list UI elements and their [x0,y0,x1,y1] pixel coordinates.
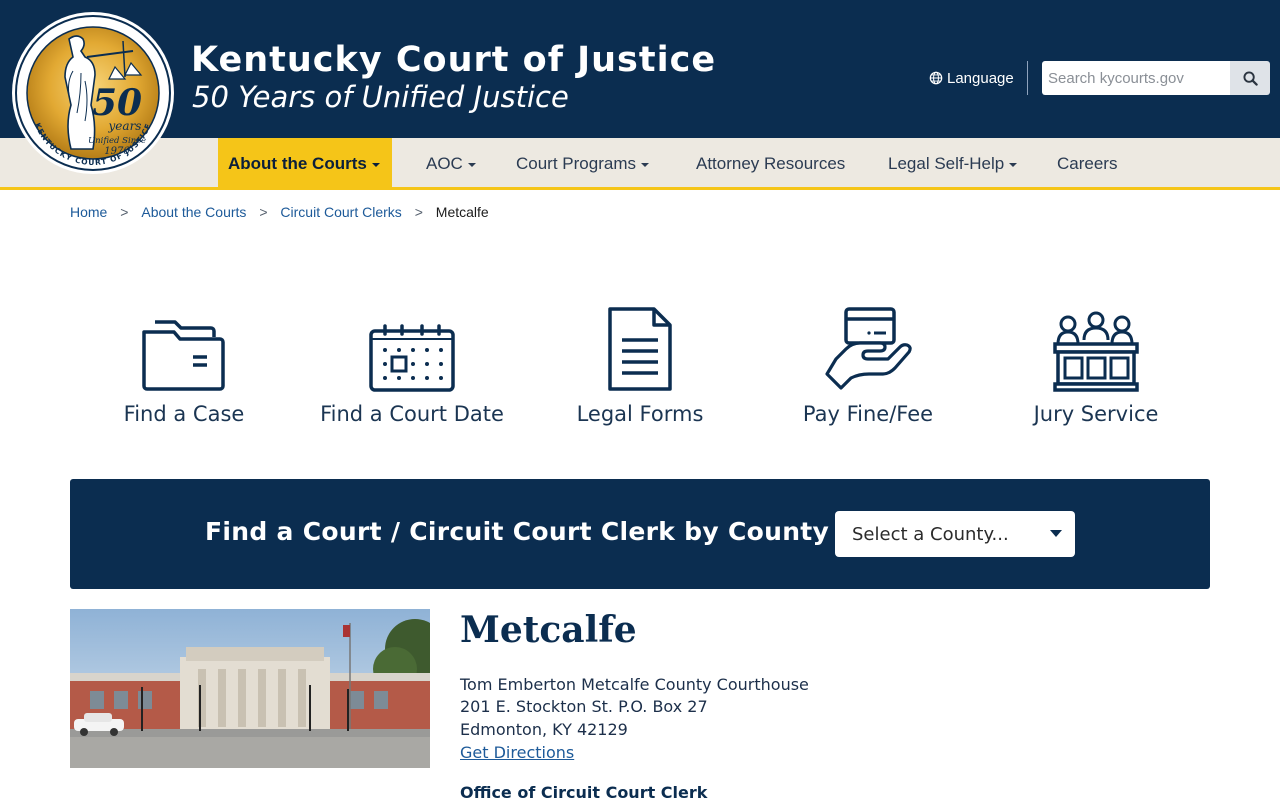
nav-court-programs[interactable]: Court Programs [506,138,659,190]
breadcrumb-circuit-court-clerks[interactable]: Circuit Court Clerks [280,204,401,220]
search-icon [1242,70,1258,86]
chevron-right-icon: > [259,204,268,220]
nav-label: Court Programs [516,154,636,173]
chevron-right-icon: > [120,204,129,220]
nav-label: Legal Self-Help [888,154,1005,173]
county-finder-title: Find a Court / Circuit Court Clerk by Co… [205,517,830,546]
nav-label: About the Courts [228,154,367,173]
globe-icon [929,71,943,85]
quick-link-label: Pay Fine/Fee [802,402,934,426]
seal-word: years [108,119,142,133]
directions-container: Get Directions [460,743,574,762]
courthouse-photo [70,609,430,768]
main-nav: About the Courts AOC Court Programs Atto… [0,138,1280,190]
nav-about-the-courts[interactable]: About the Courts [218,138,392,190]
nav-label: AOC [426,154,463,173]
court-seal-logo[interactable]: 50 years Unified Since 1976 KENTUCKY COU… [11,11,175,175]
county-select[interactable]: Select a County... [835,511,1075,557]
caret-down-icon [371,163,380,167]
quick-link-label: Find a Court Date [320,402,504,426]
document-icon [608,307,672,391]
language-selector[interactable]: Language [929,68,1014,88]
nav-label: Careers [1057,154,1118,173]
caret-down-icon [1050,530,1062,537]
search-button[interactable] [1230,61,1270,95]
quick-link-find-a-case[interactable]: Find a Case [70,300,298,440]
nav-legal-self-help[interactable]: Legal Self-Help [878,138,1027,190]
site-title[interactable]: Kentucky Court of Justice [191,40,716,80]
nav-careers[interactable]: Careers [1047,138,1127,190]
nav-aoc[interactable]: AOC [416,138,486,190]
quick-link-legal-forms[interactable]: Legal Forms [526,300,754,440]
breadcrumb-home[interactable]: Home [70,204,107,220]
get-directions-link[interactable]: Get Directions [460,743,574,762]
jury-box-icon [1053,311,1139,392]
site-header: Kentucky Court of Justice 50 Years of Un… [0,0,1280,138]
caret-down-icon [640,163,649,167]
quick-link-find-a-court-date[interactable]: Find a Court Date [298,300,526,440]
quick-link-pay-fine-fee[interactable]: Pay Fine/Fee [754,300,982,440]
chevron-right-icon: > [414,204,423,220]
quick-link-label: Legal Forms [576,402,704,426]
seal-number: 50 [92,82,142,124]
quick-links: Find a Case Find a Court Date Legal Form… [70,300,1210,440]
hand-card-icon [825,307,912,390]
caret-down-icon [1009,163,1018,167]
header-divider [1027,61,1028,95]
folder-icon [142,320,225,391]
breadcrumb: Home > About the Courts > Circuit Court … [70,203,489,221]
site-search [1042,61,1270,95]
quick-link-label: Jury Service [1033,402,1159,426]
caret-down-icon [467,163,476,167]
search-input[interactable] [1042,61,1230,95]
nav-label: Attorney Resources [696,154,846,173]
office-heading: Office of Circuit Court Clerk [460,783,708,800]
nav-attorney-resources[interactable]: Attorney Resources [686,138,855,190]
breadcrumb-about-the-courts[interactable]: About the Courts [141,204,246,220]
court-name: Metcalfe [460,609,637,651]
court-city: Edmonton, KY 42129 [460,720,628,739]
language-label: Language [947,69,1014,87]
calendar-icon [369,324,455,392]
breadcrumb-current: Metcalfe [435,204,489,220]
county-finder: Find a Court / Circuit Court Clerk by Co… [70,479,1210,589]
site-subtitle: 50 Years of Unified Justice [192,80,569,114]
quick-link-label: Find a Case [123,402,245,426]
court-street: 201 E. Stockton St. P.O. Box 27 [460,697,708,716]
court-building: Tom Emberton Metcalfe County Courthouse [460,675,809,694]
county-select-value: Select a County... [852,523,1009,545]
quick-link-jury-service[interactable]: Jury Service [982,300,1210,440]
